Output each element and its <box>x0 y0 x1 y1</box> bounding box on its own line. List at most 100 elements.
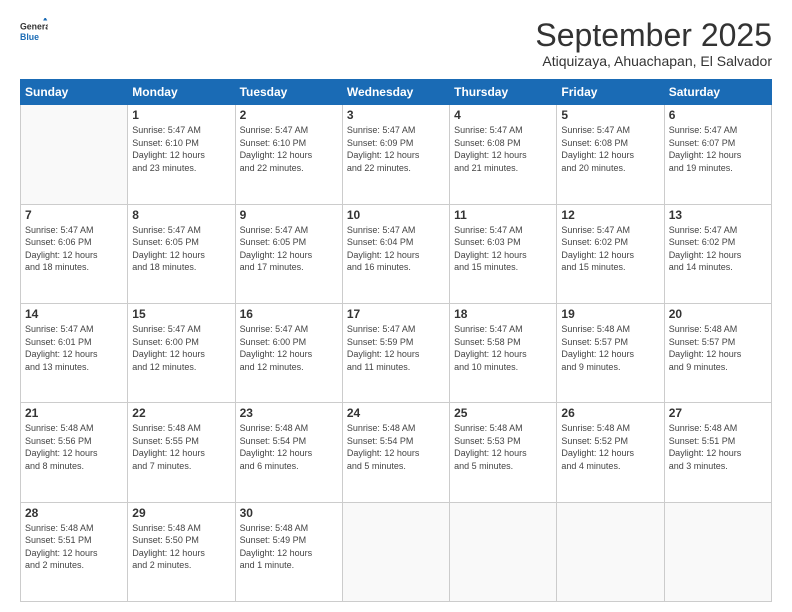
day-number: 17 <box>347 307 445 321</box>
calendar-week-2: 7 Sunrise: 5:47 AMSunset: 6:06 PMDayligh… <box>21 204 772 303</box>
day-info: Sunrise: 5:48 AMSunset: 5:53 PMDaylight:… <box>454 422 552 472</box>
calendar-cell: 21 Sunrise: 5:48 AMSunset: 5:56 PMDaylig… <box>21 403 128 502</box>
weekday-header-wednesday: Wednesday <box>342 80 449 105</box>
day-number: 11 <box>454 208 552 222</box>
day-info: Sunrise: 5:48 AMSunset: 5:51 PMDaylight:… <box>669 422 767 472</box>
day-info: Sunrise: 5:48 AMSunset: 5:54 PMDaylight:… <box>240 422 338 472</box>
day-number: 28 <box>25 506 123 520</box>
month-title: September 2025 <box>535 18 772 53</box>
calendar-cell: 8 Sunrise: 5:47 AMSunset: 6:05 PMDayligh… <box>128 204 235 303</box>
day-number: 12 <box>561 208 659 222</box>
day-number: 19 <box>561 307 659 321</box>
day-number: 24 <box>347 406 445 420</box>
day-info: Sunrise: 5:47 AMSunset: 6:03 PMDaylight:… <box>454 224 552 274</box>
day-info: Sunrise: 5:47 AMSunset: 5:59 PMDaylight:… <box>347 323 445 373</box>
day-info: Sunrise: 5:47 AMSunset: 6:02 PMDaylight:… <box>561 224 659 274</box>
calendar-week-4: 21 Sunrise: 5:48 AMSunset: 5:56 PMDaylig… <box>21 403 772 502</box>
calendar-cell <box>557 502 664 601</box>
day-info: Sunrise: 5:48 AMSunset: 5:50 PMDaylight:… <box>132 522 230 572</box>
weekday-header-saturday: Saturday <box>664 80 771 105</box>
day-number: 2 <box>240 108 338 122</box>
day-info: Sunrise: 5:47 AMSunset: 6:08 PMDaylight:… <box>454 124 552 174</box>
day-info: Sunrise: 5:48 AMSunset: 5:57 PMDaylight:… <box>561 323 659 373</box>
day-info: Sunrise: 5:47 AMSunset: 6:07 PMDaylight:… <box>669 124 767 174</box>
calendar-cell: 6 Sunrise: 5:47 AMSunset: 6:07 PMDayligh… <box>664 105 771 204</box>
calendar-cell: 23 Sunrise: 5:48 AMSunset: 5:54 PMDaylig… <box>235 403 342 502</box>
day-number: 1 <box>132 108 230 122</box>
calendar-week-3: 14 Sunrise: 5:47 AMSunset: 6:01 PMDaylig… <box>21 303 772 402</box>
weekday-header-row: SundayMondayTuesdayWednesdayThursdayFrid… <box>21 80 772 105</box>
logo-icon: General Blue <box>20 18 48 46</box>
calendar-cell: 7 Sunrise: 5:47 AMSunset: 6:06 PMDayligh… <box>21 204 128 303</box>
day-number: 8 <box>132 208 230 222</box>
day-number: 18 <box>454 307 552 321</box>
day-number: 3 <box>347 108 445 122</box>
day-number: 22 <box>132 406 230 420</box>
calendar-cell: 17 Sunrise: 5:47 AMSunset: 5:59 PMDaylig… <box>342 303 449 402</box>
day-number: 5 <box>561 108 659 122</box>
calendar-cell: 20 Sunrise: 5:48 AMSunset: 5:57 PMDaylig… <box>664 303 771 402</box>
day-info: Sunrise: 5:47 AMSunset: 6:09 PMDaylight:… <box>347 124 445 174</box>
calendar-cell: 2 Sunrise: 5:47 AMSunset: 6:10 PMDayligh… <box>235 105 342 204</box>
day-info: Sunrise: 5:47 AMSunset: 6:10 PMDaylight:… <box>240 124 338 174</box>
day-number: 9 <box>240 208 338 222</box>
calendar-cell: 15 Sunrise: 5:47 AMSunset: 6:00 PMDaylig… <box>128 303 235 402</box>
calendar-cell: 18 Sunrise: 5:47 AMSunset: 5:58 PMDaylig… <box>450 303 557 402</box>
calendar-cell: 1 Sunrise: 5:47 AMSunset: 6:10 PMDayligh… <box>128 105 235 204</box>
day-number: 16 <box>240 307 338 321</box>
day-number: 4 <box>454 108 552 122</box>
day-info: Sunrise: 5:47 AMSunset: 6:00 PMDaylight:… <box>132 323 230 373</box>
day-number: 7 <box>25 208 123 222</box>
calendar-body: 1 Sunrise: 5:47 AMSunset: 6:10 PMDayligh… <box>21 105 772 602</box>
svg-text:General: General <box>20 21 48 31</box>
calendar-cell: 4 Sunrise: 5:47 AMSunset: 6:08 PMDayligh… <box>450 105 557 204</box>
calendar-cell <box>21 105 128 204</box>
day-info: Sunrise: 5:47 AMSunset: 6:02 PMDaylight:… <box>669 224 767 274</box>
day-info: Sunrise: 5:47 AMSunset: 6:05 PMDaylight:… <box>132 224 230 274</box>
day-info: Sunrise: 5:47 AMSunset: 6:04 PMDaylight:… <box>347 224 445 274</box>
calendar-cell: 9 Sunrise: 5:47 AMSunset: 6:05 PMDayligh… <box>235 204 342 303</box>
day-number: 30 <box>240 506 338 520</box>
calendar-cell: 3 Sunrise: 5:47 AMSunset: 6:09 PMDayligh… <box>342 105 449 204</box>
day-info: Sunrise: 5:48 AMSunset: 5:49 PMDaylight:… <box>240 522 338 572</box>
day-info: Sunrise: 5:47 AMSunset: 6:08 PMDaylight:… <box>561 124 659 174</box>
day-info: Sunrise: 5:48 AMSunset: 5:57 PMDaylight:… <box>669 323 767 373</box>
weekday-header-friday: Friday <box>557 80 664 105</box>
calendar-cell: 11 Sunrise: 5:47 AMSunset: 6:03 PMDaylig… <box>450 204 557 303</box>
calendar-cell <box>664 502 771 601</box>
calendar-week-1: 1 Sunrise: 5:47 AMSunset: 6:10 PMDayligh… <box>21 105 772 204</box>
calendar-cell: 26 Sunrise: 5:48 AMSunset: 5:52 PMDaylig… <box>557 403 664 502</box>
day-info: Sunrise: 5:48 AMSunset: 5:55 PMDaylight:… <box>132 422 230 472</box>
day-number: 10 <box>347 208 445 222</box>
day-number: 6 <box>669 108 767 122</box>
day-info: Sunrise: 5:48 AMSunset: 5:56 PMDaylight:… <box>25 422 123 472</box>
calendar-cell: 14 Sunrise: 5:47 AMSunset: 6:01 PMDaylig… <box>21 303 128 402</box>
calendar-week-5: 28 Sunrise: 5:48 AMSunset: 5:51 PMDaylig… <box>21 502 772 601</box>
calendar-cell: 24 Sunrise: 5:48 AMSunset: 5:54 PMDaylig… <box>342 403 449 502</box>
calendar-cell: 28 Sunrise: 5:48 AMSunset: 5:51 PMDaylig… <box>21 502 128 601</box>
day-number: 29 <box>132 506 230 520</box>
day-info: Sunrise: 5:48 AMSunset: 5:52 PMDaylight:… <box>561 422 659 472</box>
calendar-table: SundayMondayTuesdayWednesdayThursdayFrid… <box>20 79 772 602</box>
day-info: Sunrise: 5:47 AMSunset: 6:06 PMDaylight:… <box>25 224 123 274</box>
calendar-cell: 27 Sunrise: 5:48 AMSunset: 5:51 PMDaylig… <box>664 403 771 502</box>
day-info: Sunrise: 5:47 AMSunset: 6:01 PMDaylight:… <box>25 323 123 373</box>
calendar-cell: 30 Sunrise: 5:48 AMSunset: 5:49 PMDaylig… <box>235 502 342 601</box>
calendar-cell: 13 Sunrise: 5:47 AMSunset: 6:02 PMDaylig… <box>664 204 771 303</box>
svg-text:Blue: Blue <box>20 32 39 42</box>
day-info: Sunrise: 5:47 AMSunset: 5:58 PMDaylight:… <box>454 323 552 373</box>
weekday-header-thursday: Thursday <box>450 80 557 105</box>
weekday-header-tuesday: Tuesday <box>235 80 342 105</box>
calendar-cell: 12 Sunrise: 5:47 AMSunset: 6:02 PMDaylig… <box>557 204 664 303</box>
title-block: September 2025 Atiquizaya, Ahuachapan, E… <box>535 18 772 69</box>
day-info: Sunrise: 5:47 AMSunset: 6:10 PMDaylight:… <box>132 124 230 174</box>
day-number: 20 <box>669 307 767 321</box>
day-number: 23 <box>240 406 338 420</box>
day-number: 13 <box>669 208 767 222</box>
calendar-cell: 16 Sunrise: 5:47 AMSunset: 6:00 PMDaylig… <box>235 303 342 402</box>
calendar-cell: 19 Sunrise: 5:48 AMSunset: 5:57 PMDaylig… <box>557 303 664 402</box>
weekday-header-sunday: Sunday <box>21 80 128 105</box>
calendar-cell <box>342 502 449 601</box>
calendar-cell: 29 Sunrise: 5:48 AMSunset: 5:50 PMDaylig… <box>128 502 235 601</box>
calendar-cell: 22 Sunrise: 5:48 AMSunset: 5:55 PMDaylig… <box>128 403 235 502</box>
